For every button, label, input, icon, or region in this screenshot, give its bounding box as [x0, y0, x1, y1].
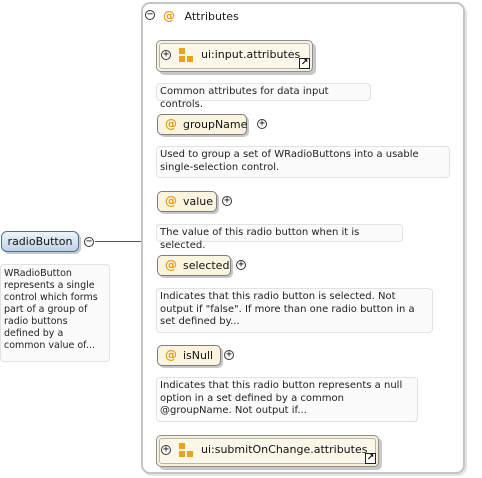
attribute-description: Indicates that this radio button is sele…: [156, 288, 433, 333]
attribute-name: isNull: [183, 349, 214, 362]
attribute-at-icon: @: [165, 348, 177, 362]
attribute-expand-toggle[interactable]: +: [257, 119, 267, 129]
ref-expand-toggle[interactable]: +: [161, 445, 171, 455]
ref-submitOnChange-attributes[interactable]: + ui:submitOnChange.attributes ↗: [156, 435, 379, 467]
attribute-description: Used to group a set of WRadioButtons int…: [156, 146, 450, 178]
attribute-name: value: [183, 195, 214, 208]
link-arrow-icon[interactable]: ↗: [365, 453, 376, 464]
attribute-at-icon: @: [165, 258, 177, 272]
element-name: radioButton: [7, 235, 73, 248]
ref-label: ui:input.attributes: [201, 48, 301, 61]
attribute-isNull[interactable]: @ isNull: [157, 345, 221, 366]
ref-expand-toggle[interactable]: +: [161, 50, 171, 60]
attribute-expand-toggle[interactable]: +: [224, 350, 234, 360]
attribute-group-icon: [179, 48, 193, 64]
ref-label: ui:submitOnChange.attributes: [201, 443, 368, 456]
attribute-name: groupName: [183, 118, 248, 131]
group-collapse-toggle[interactable]: −: [145, 10, 155, 20]
attribute-at-icon: @: [163, 9, 175, 23]
attribute-groupName[interactable]: @ groupName: [157, 114, 247, 135]
group-title: Attributes: [184, 10, 239, 23]
root-connector-line: [95, 241, 142, 242]
group-header: @ Attributes: [163, 8, 239, 24]
root-description: WRadioButton represents a single control…: [0, 264, 110, 362]
link-arrow-icon[interactable]: ↗: [299, 58, 310, 69]
ref-input-attributes[interactable]: + ui:input.attributes ↗: [156, 40, 313, 72]
attribute-expand-toggle[interactable]: +: [222, 196, 232, 206]
attribute-selected[interactable]: @ selected: [157, 255, 231, 276]
attribute-description: The value of this radio button when it i…: [156, 224, 403, 251]
attribute-name: selected: [183, 259, 230, 272]
element-radioButton[interactable]: radioButton: [1, 231, 79, 252]
attribute-value[interactable]: @ value: [157, 191, 217, 212]
root-collapse-toggle[interactable]: −: [84, 237, 94, 247]
attribute-description: Indicates that this radio button represe…: [156, 377, 418, 422]
attribute-group-icon: [179, 443, 193, 459]
attribute-at-icon: @: [165, 194, 177, 208]
attribute-at-icon: @: [165, 117, 177, 131]
attribute-expand-toggle[interactable]: +: [236, 260, 246, 270]
ref-description: Common attributes for data input control…: [156, 83, 371, 110]
